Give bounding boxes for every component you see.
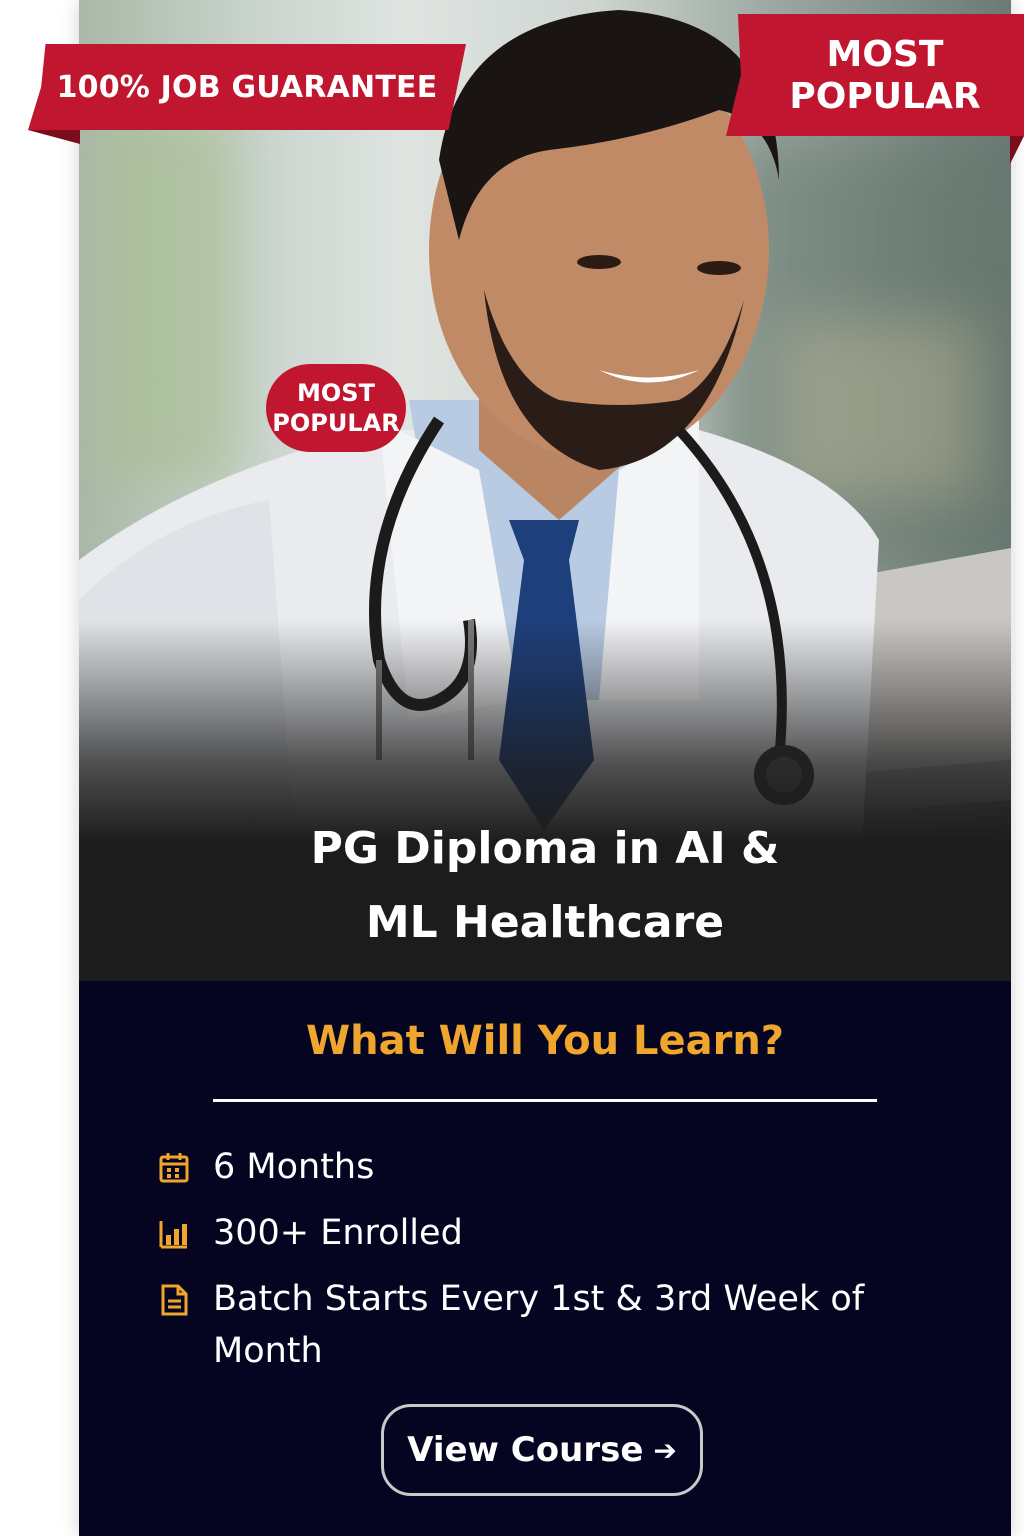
bar-chart-icon — [159, 1221, 187, 1249]
course-title-line1: PG Diploma in AI & — [310, 823, 780, 874]
course-card[interactable]: PG Diploma in AI & ML Healthcare MOST PO… — [79, 0, 1011, 1536]
ribbon-line1: MOST — [826, 34, 944, 75]
learn-heading: What Will You Learn? — [305, 1018, 784, 1064]
most-popular-ribbon: MOST POPULAR — [726, 14, 1024, 166]
course-title: PG Diploma in AI & ML Healthcare — [79, 812, 1011, 960]
badge-line2: POPULAR — [272, 409, 400, 437]
document-icon — [161, 1284, 188, 1316]
divider — [213, 1099, 877, 1102]
course-info: What Will You Learn? 6 Months 300+ Enrol… — [79, 981, 1011, 1536]
feature-enrolled: 300+ Enrolled — [157, 1207, 937, 1259]
feature-duration-label: 6 Months — [213, 1147, 375, 1187]
feature-batch-label: Batch Starts Every 1st & 3rd Week of Mon… — [213, 1279, 865, 1371]
page: PG Diploma in AI & ML Healthcare MOST PO… — [0, 0, 1024, 1536]
calendar-icon — [159, 1153, 189, 1183]
job-guarantee-label: 100% JOB GUARANTEE — [56, 69, 438, 105]
badge-line1: MOST — [297, 379, 375, 407]
ribbon-line2: POPULAR — [789, 76, 981, 117]
most-popular-badge: MOST POPULAR — [266, 364, 406, 452]
arrow-right-icon: ➔ — [653, 1433, 677, 1467]
feature-list: 6 Months 300+ Enrolled Batch Starts Ever… — [157, 1141, 937, 1391]
view-course-button[interactable]: View Course ➔ — [381, 1404, 703, 1496]
feature-batch: Batch Starts Every 1st & 3rd Week of Mon… — [157, 1273, 937, 1377]
feature-enrolled-label: 300+ Enrolled — [213, 1213, 463, 1253]
feature-duration: 6 Months — [157, 1141, 937, 1193]
course-title-line2: ML Healthcare — [365, 897, 725, 948]
view-course-label: View Course — [407, 1430, 644, 1470]
job-guarantee-ribbon: 100% JOB GUARANTEE — [28, 44, 468, 144]
